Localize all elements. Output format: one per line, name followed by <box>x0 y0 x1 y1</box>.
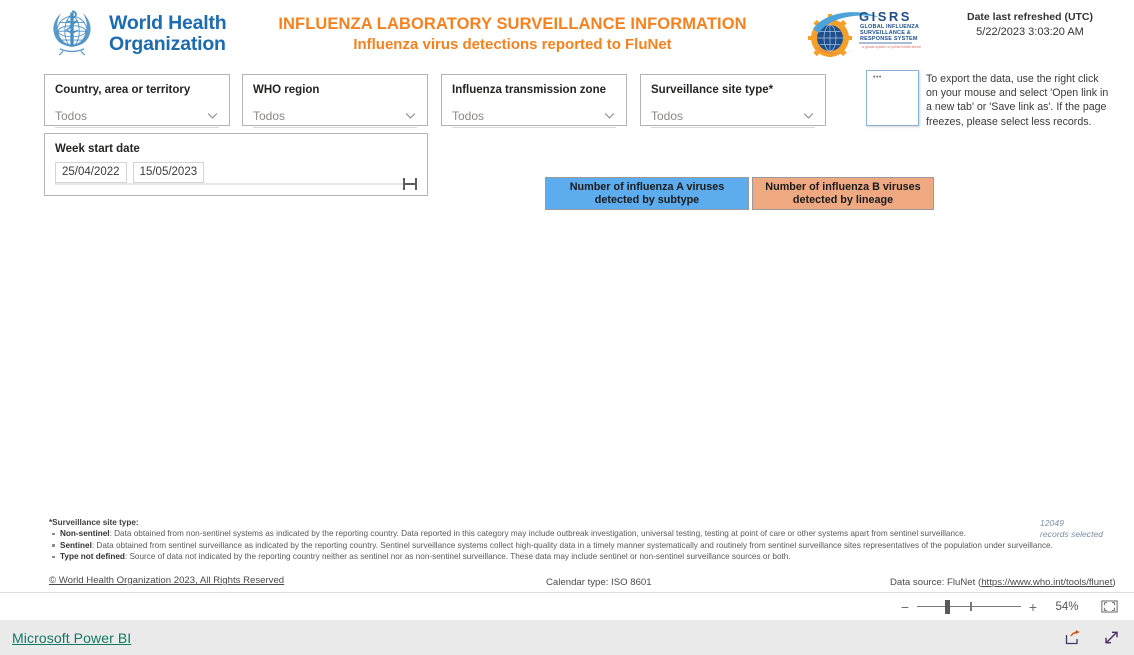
zoom-slider[interactable] <box>917 599 1021 614</box>
share-icon[interactable] <box>1064 629 1081 646</box>
date-range-end-input[interactable]: 15/05/2023 <box>132 162 205 183</box>
gisrs-logo-icon: GISRS GLOBAL INFLUENZA SURVEILLANCE & RE… <box>808 9 921 57</box>
records-label: records selected <box>1040 529 1104 539</box>
who-wordmark-line1: World Health <box>109 12 227 34</box>
footnote-term: Sentinel <box>60 540 92 550</box>
records-count: 12049 <box>1040 518 1064 528</box>
date-range-slider-track[interactable] <box>55 178 417 190</box>
slicer-title: WHO region <box>253 84 320 96</box>
footnote-heading: *Surveillance site type: <box>49 518 139 527</box>
zoom-toolbar: − + 54% <box>0 592 1134 620</box>
slicer-country-area-territory[interactable]: Country, area or territory Todos <box>44 74 230 128</box>
slicer-value: Todos <box>253 108 286 123</box>
footnote-text: : Source of data not indicated by the re… <box>124 552 791 561</box>
slicer-title: Country, area or territory <box>55 84 191 96</box>
date-range-row: 25/04/2022 15/05/2023 <box>55 162 417 183</box>
gisrs-tagline: a global system of public health surveil… <box>862 45 921 49</box>
powerbi-brand-link[interactable]: Microsoft Power BI <box>12 630 131 646</box>
calendar-type-text: Calendar type: ISO 8601 <box>546 577 652 588</box>
slicer-value: Todos <box>651 108 684 123</box>
slicer-dropdown[interactable]: Todos <box>253 104 417 128</box>
page-title-sub: Influenza virus detections reported to F… <box>353 36 672 53</box>
footnote-item: Type not defined: Source of data not ind… <box>49 551 1039 563</box>
chevron-down-icon[interactable] <box>603 109 616 122</box>
page-title: INFLUENZA LABORATORY SURVEILLANCE INFORM… <box>240 14 785 55</box>
last-refreshed-value: 5/22/2023 3:03:20 AM <box>976 26 1084 38</box>
button-influenza-a-by-subtype[interactable]: Number of influenza A viruses detected b… <box>545 177 749 210</box>
export-box-mark: ••• <box>873 74 882 81</box>
chevron-down-icon[interactable] <box>404 109 417 122</box>
fullscreen-icon[interactable] <box>1103 629 1120 646</box>
slicer-title: Week start date <box>55 143 140 155</box>
date-range-slider-handle[interactable] <box>403 178 417 190</box>
zoom-out-button[interactable]: − <box>897 600 913 614</box>
chevron-down-icon[interactable] <box>802 109 815 122</box>
last-refreshed-label: Date last refreshed (UTC) <box>966 11 1094 23</box>
footnote-text: : Data obtained from non-sentinel system… <box>109 529 966 538</box>
slicer-dropdown[interactable]: Todos <box>452 104 616 128</box>
copyright-link[interactable]: © World Health Organization 2023, All Ri… <box>49 575 284 586</box>
records-selected-block: 12049 records selected <box>1040 518 1120 540</box>
footnotes-block: *Surveillance site type: Non-sentinel: D… <box>49 517 1053 563</box>
gisrs-line2: SURVEILLANCE & <box>860 30 911 36</box>
footnote-item: Sentinel: Data obtained from sentinel su… <box>49 540 1053 552</box>
footnote-item: Non-sentinel: Data obtained from non-sen… <box>49 528 1039 540</box>
who-wordmark: World Health Organization <box>109 13 227 55</box>
data-source-prefix: Data source: FluNet ( <box>890 577 982 588</box>
slicer-title: Surveillance site type* <box>651 84 774 96</box>
data-source-text: Data source: FluNet (https://www.who.int… <box>890 577 1116 588</box>
gisrs-line1: GLOBAL INFLUENZA <box>860 24 919 30</box>
fit-to-page-icon[interactable] <box>1101 600 1118 613</box>
slicer-title: Influenza transmission zone <box>452 84 606 96</box>
slicer-influenza-transmission-zone[interactable]: Influenza transmission zone Todos <box>441 74 627 128</box>
who-emblem-icon <box>53 10 91 56</box>
slicer-value: Todos <box>55 108 88 123</box>
report-canvas: World Health Organization INFLUENZA LABO… <box>0 0 1134 592</box>
date-range-start-input[interactable]: 25/04/2022 <box>55 162 127 183</box>
data-source-link[interactable]: https://www.who.int/tools/flunet <box>981 577 1112 588</box>
footnote-text: : Data obtained from sentinel surveillan… <box>91 540 1053 550</box>
footnote-term: Non-sentinel <box>60 529 110 538</box>
zoom-percent-label: 54% <box>1055 600 1079 613</box>
zoom-slider-tick <box>970 601 972 611</box>
slicer-dropdown[interactable]: Todos <box>55 104 219 128</box>
data-source-suffix: ) <box>1112 577 1116 588</box>
slicer-surveillance-site-type[interactable]: Surveillance site type* Todos <box>640 74 826 128</box>
slicer-dropdown[interactable]: Todos <box>651 104 815 128</box>
slicer-who-region[interactable]: WHO region Todos <box>242 74 428 128</box>
footnote-term: Type not defined <box>60 552 125 561</box>
slicer-week-start-date[interactable]: Week start date 25/04/2022 15/05/2023 <box>44 133 428 196</box>
who-wordmark-line2: Organization <box>109 33 226 55</box>
powerbi-footer-actions <box>1064 629 1120 646</box>
last-refreshed-block: Date last refreshed (UTC) 5/22/2023 3:03… <box>930 10 1130 40</box>
gisrs-acronym: GISRS <box>859 9 912 24</box>
zoom-in-button[interactable]: + <box>1025 599 1041 615</box>
who-logo-block: World Health Organization <box>44 8 227 60</box>
gisrs-line3: RESPONSE SYSTEM <box>860 36 918 42</box>
slicer-value: Todos <box>452 108 485 123</box>
zoom-slider-thumb[interactable] <box>945 599 951 614</box>
zoom-slider-track[interactable] <box>917 605 1021 607</box>
export-data-link-box[interactable]: ••• <box>866 70 919 126</box>
page-title-main: INFLUENZA LABORATORY SURVEILLANCE INFORM… <box>278 15 747 33</box>
chevron-down-icon[interactable] <box>206 109 219 122</box>
report-header: World Health Organization INFLUENZA LABO… <box>0 0 1134 66</box>
powerbi-footer: Microsoft Power BI <box>0 620 1134 655</box>
button-influenza-b-by-lineage[interactable]: Number of influenza B viruses detected b… <box>752 177 934 210</box>
export-instructions-text: To export the data, use the right click … <box>926 73 1109 128</box>
